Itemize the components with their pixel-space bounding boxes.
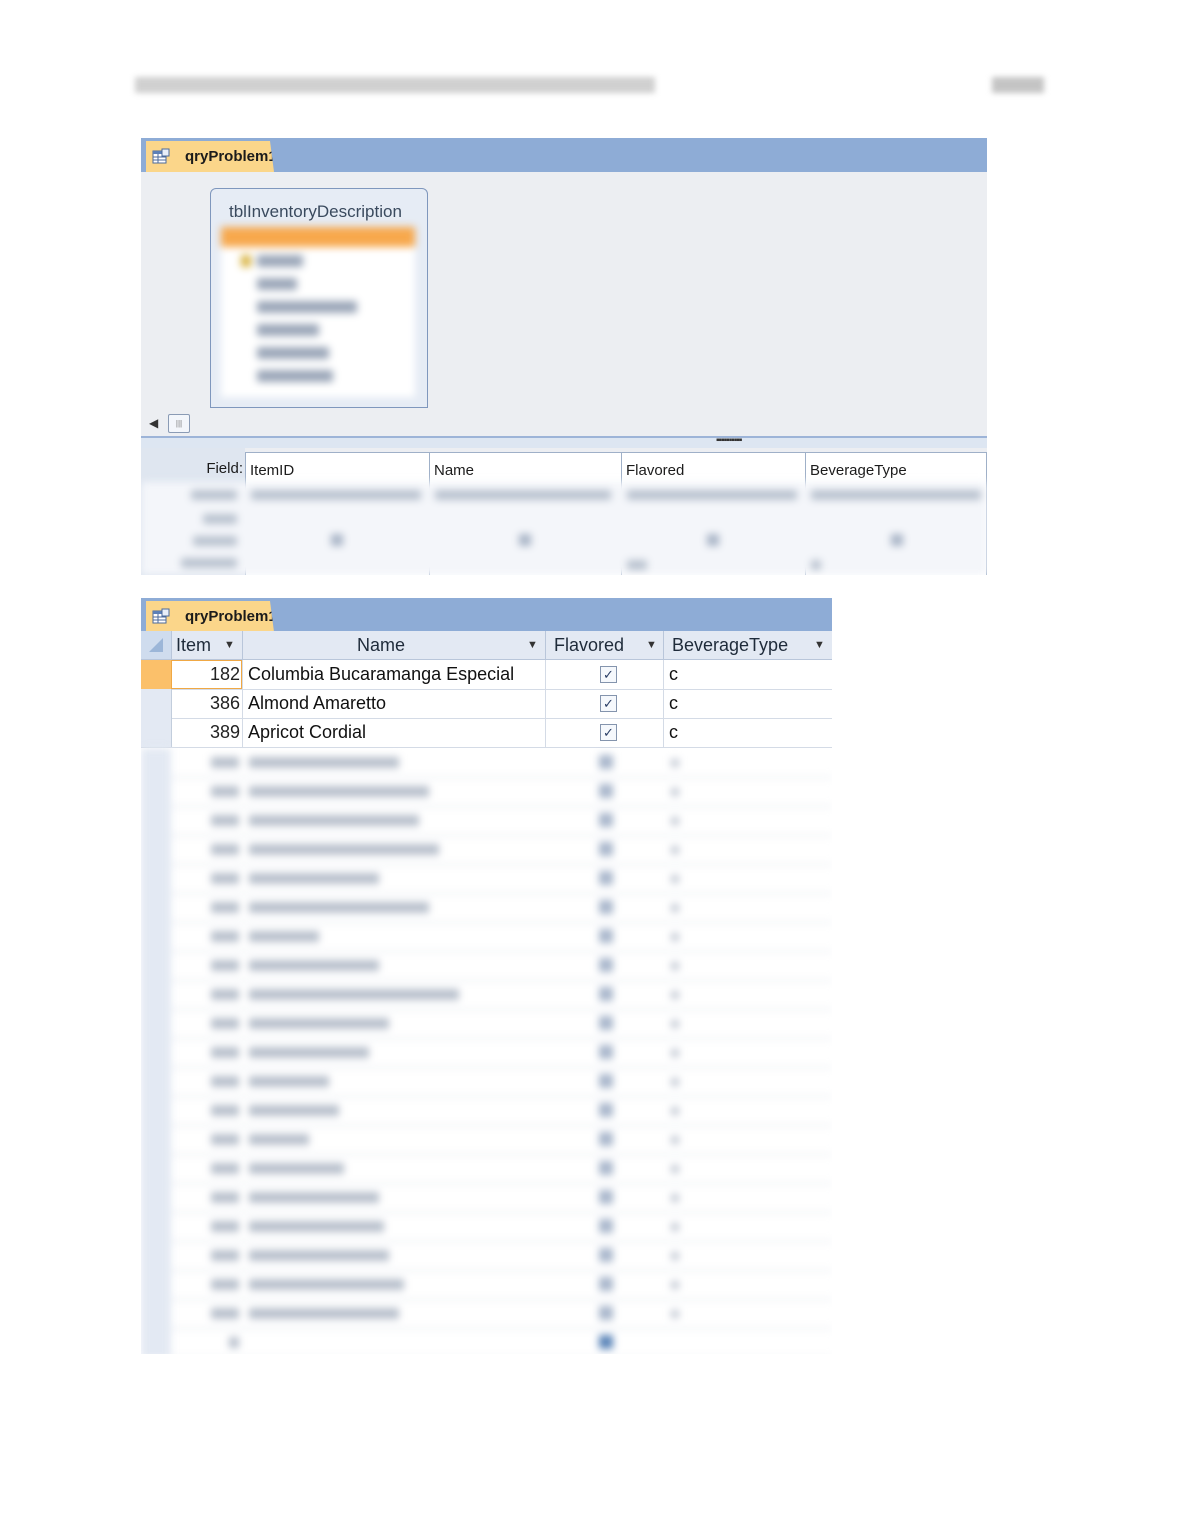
row-selector[interactable]: [141, 660, 172, 689]
name-value: Apricot Cordial: [248, 722, 367, 742]
query-design-window: qryProblem1 tblInventoryDescription ◀ ||…: [141, 138, 987, 575]
blurred-running-head: [135, 77, 655, 93]
flavored-cell[interactable]: ✓: [546, 660, 664, 689]
type-value: c: [669, 664, 678, 684]
type-value: c: [669, 693, 678, 713]
row-selector[interactable]: [141, 718, 172, 747]
blurred-row: [141, 835, 832, 865]
blurred-row: [141, 922, 832, 952]
blurred-row: [141, 806, 832, 836]
table-row[interactable]: 182 Columbia Bucaramanga Especial ✓ c: [141, 660, 832, 690]
blurred-row: [141, 1038, 832, 1068]
table-field-list[interactable]: tblInventoryDescription: [210, 188, 428, 408]
column-header-flavored[interactable]: Flavored ▼: [546, 631, 664, 659]
table-pane: tblInventoryDescription: [141, 172, 987, 410]
select-all-button[interactable]: [141, 631, 172, 659]
blurred-grid-rows: [141, 482, 987, 575]
name-cell[interactable]: Columbia Bucaramanga Especial: [243, 660, 546, 689]
beveragetype-cell[interactable]: c: [664, 689, 831, 718]
column-header-row: Item ▼ Name ▼ Flavored ▼ BeverageType ▼: [141, 631, 832, 660]
field-row-label: Field:: [206, 460, 243, 477]
name-cell[interactable]: Apricot Cordial: [243, 718, 546, 747]
blurred-row: [141, 1009, 832, 1039]
beveragetype-cell[interactable]: c: [664, 718, 831, 747]
dropdown-arrow-icon[interactable]: ▼: [527, 631, 538, 659]
blurred-row: [141, 893, 832, 923]
table-row[interactable]: 386 Almond Amaretto ✓ c: [141, 689, 832, 719]
blurred-row: [141, 777, 832, 807]
table-row[interactable]: 389 Apricot Cordial ✓ c: [141, 718, 832, 748]
column-header-label: BeverageType: [672, 635, 789, 655]
row-selector[interactable]: [141, 689, 172, 718]
check-icon[interactable]: ✓: [600, 666, 617, 683]
datasheet-tab-bar: qryProblem1: [141, 598, 832, 632]
arrow-left-icon[interactable]: ◀: [149, 416, 158, 430]
column-header-beveragetype[interactable]: BeverageType ▼: [664, 631, 831, 659]
column-header-label: Name: [357, 635, 406, 655]
query-icon: [152, 608, 170, 624]
item-value: 386: [209, 693, 240, 713]
dropdown-arrow-icon[interactable]: ▼: [814, 631, 825, 659]
item-value: 389: [209, 722, 240, 742]
design-query-tab[interactable]: qryProblem1: [146, 141, 274, 172]
scroll-thumb[interactable]: |||: [168, 414, 190, 433]
beveragetype-cell[interactable]: c: [664, 660, 831, 689]
name-value: Columbia Bucaramanga Especial: [248, 664, 515, 684]
blurred-page-number: [992, 77, 1044, 93]
item-cell[interactable]: 182: [171, 660, 243, 689]
blurred-row: [141, 1328, 832, 1354]
dropdown-arrow-icon[interactable]: ▼: [224, 631, 235, 659]
flavored-cell[interactable]: ✓: [546, 718, 664, 747]
query-icon: [152, 148, 170, 164]
query-datasheet-window: qryProblem1 Item ▼ Name ▼ Flavored ▼ Bev…: [141, 598, 832, 1354]
column-header-item[interactable]: Item ▼: [172, 631, 243, 659]
blurred-row: [141, 1067, 832, 1097]
grid-field-name: Name: [434, 462, 475, 479]
table-title: tblInventoryDescription: [229, 202, 402, 221]
dropdown-arrow-icon[interactable]: ▼: [646, 631, 657, 659]
grid-field-name: BeverageType: [810, 462, 907, 479]
blurred-row: [141, 951, 832, 981]
blurred-row: [141, 1154, 832, 1184]
item-value: 182: [209, 664, 240, 684]
datasheet-query-tab[interactable]: qryProblem1: [146, 601, 274, 632]
blurred-row: [141, 1212, 832, 1242]
grid-field-name: ItemID: [250, 462, 295, 479]
column-header-name[interactable]: Name ▼: [243, 631, 546, 659]
blurred-row: [141, 1299, 832, 1329]
blurred-row: [141, 1183, 832, 1213]
blurred-row: [141, 1270, 832, 1300]
name-cell[interactable]: Almond Amaretto: [243, 689, 546, 718]
design-tab-bar: qryProblem1: [141, 138, 987, 172]
name-value: Almond Amaretto: [248, 693, 387, 713]
design-tab-label: qryProblem1: [185, 148, 277, 165]
check-icon[interactable]: ✓: [600, 695, 617, 712]
blurred-row: [141, 864, 832, 894]
blurred-field-list: [221, 227, 415, 397]
type-value: c: [669, 722, 678, 742]
column-header-label: Flavored: [554, 635, 625, 655]
grid-field-name: Flavored: [626, 462, 685, 479]
blurred-row: [141, 1241, 832, 1271]
blurred-row: [141, 980, 832, 1010]
blurred-row: [141, 1096, 832, 1126]
flavored-cell[interactable]: ✓: [546, 689, 664, 718]
horizontal-scrollbar[interactable]: ◀ |||: [141, 410, 987, 436]
blurred-row: [141, 748, 832, 778]
check-icon[interactable]: ✓: [600, 724, 617, 741]
datasheet-tab-label: qryProblem1: [185, 608, 277, 625]
column-header-label: Item: [176, 635, 212, 655]
query-design-grid: Field: ItemID Name Flavored BeverageType: [141, 448, 987, 575]
item-cell[interactable]: 389: [171, 718, 243, 747]
blurred-row: [141, 1125, 832, 1155]
splitter-grip-icon: ▪▪▪▪▪▪▪▪▪▪: [716, 435, 742, 446]
item-cell[interactable]: 386: [171, 689, 243, 718]
blurred-datasheet-rows: [141, 748, 832, 1354]
